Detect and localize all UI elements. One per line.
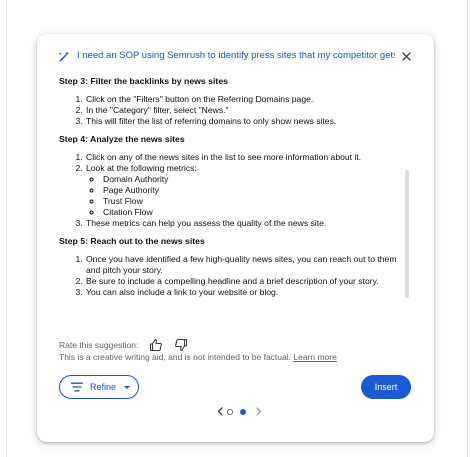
page-edge-right bbox=[467, 0, 468, 457]
suggestion-content: Step 3: Filter the backlinks by news sit… bbox=[59, 76, 404, 302]
page-edge-left bbox=[6, 0, 7, 457]
list-item: In the "Category" filter, select "News." bbox=[85, 105, 404, 116]
refine-button[interactable]: Refine bbox=[59, 375, 139, 399]
suggestion-dialog: I need an SOP using Semrush to identify … bbox=[37, 34, 434, 442]
thumbs-down-button[interactable] bbox=[173, 337, 189, 353]
list-item: These metrics can help you assess the qu… bbox=[85, 218, 404, 229]
metric-item: Trust Flow bbox=[102, 196, 404, 207]
step3-heading: Step 3: Filter the backlinks by news sit… bbox=[59, 76, 228, 86]
list-item: You can also include a link to your webs… bbox=[85, 287, 404, 298]
close-button[interactable] bbox=[398, 48, 414, 64]
refine-label: Refine bbox=[90, 382, 117, 392]
refine-lines-icon bbox=[71, 382, 83, 392]
metric-item: Citation Flow bbox=[102, 207, 404, 218]
list-item: Click on the "Filters" button on the Ref… bbox=[85, 94, 404, 105]
page-dot-1[interactable] bbox=[227, 409, 233, 415]
metric-item: Domain Authority bbox=[102, 174, 404, 185]
step3-list: Click on the "Filters" button on the Ref… bbox=[59, 94, 404, 127]
rate-label: Rate this suggestion: bbox=[59, 340, 139, 350]
content-scrollbar[interactable] bbox=[405, 170, 409, 298]
chevron-right-icon[interactable] bbox=[256, 407, 262, 416]
insert-button[interactable]: Insert bbox=[361, 375, 411, 399]
list-item: Click on any of the news sites in the li… bbox=[85, 152, 404, 163]
list-item: Look at the following metrics: Domain Au… bbox=[85, 163, 404, 218]
list-item: Be sure to include a compelling headline… bbox=[85, 276, 404, 287]
step4-heading: Step 4: Analyze the news sites bbox=[59, 134, 185, 144]
step5-list: Once you have identified a few high-qual… bbox=[59, 254, 404, 298]
chevron-down-icon bbox=[124, 385, 131, 389]
disclaimer: This is a creative writing aid, and is n… bbox=[59, 352, 337, 362]
disclaimer-text: This is a creative writing aid, and is n… bbox=[59, 352, 291, 362]
dialog-header: I need an SOP using Semrush to identify … bbox=[37, 34, 434, 78]
step4-list: Click on any of the news sites in the li… bbox=[59, 152, 404, 229]
thumbs-down-icon bbox=[175, 338, 188, 352]
metric-item: Page Authority bbox=[102, 185, 404, 196]
page-dot-2-active[interactable] bbox=[240, 409, 246, 415]
prompt-text: I need an SOP using Semrush to identify … bbox=[77, 50, 395, 61]
close-icon bbox=[401, 51, 411, 61]
list-item: This will filter the list of referring d… bbox=[85, 116, 404, 127]
thumbs-up-icon bbox=[150, 338, 163, 352]
learn-more-link[interactable]: Learn more bbox=[293, 352, 336, 362]
list-item-text: Look at the following metrics: bbox=[86, 163, 197, 173]
pagination bbox=[212, 405, 268, 419]
chevron-left-icon[interactable] bbox=[217, 407, 223, 416]
pen-sparkle-icon bbox=[59, 51, 69, 62]
step5-heading: Step 5: Reach out to the news sites bbox=[59, 236, 205, 246]
list-item: Once you have identified a few high-qual… bbox=[85, 254, 404, 276]
metrics-list: Domain Authority Page Authority Trust Fl… bbox=[86, 174, 404, 218]
thumbs-up-button[interactable] bbox=[148, 337, 164, 353]
